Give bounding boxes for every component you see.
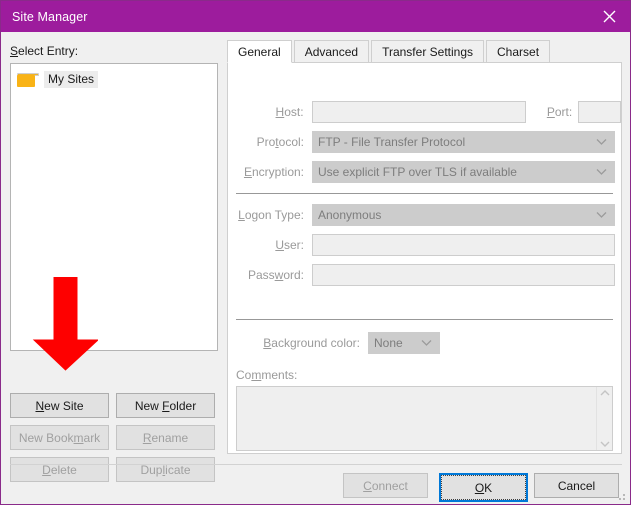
tabpanel-general: Host: Port: Protocol: FTP - File Transfe… [227, 62, 622, 454]
encryption-value: Use explicit FTP over TLS if available [318, 165, 517, 179]
password-input[interactable] [312, 264, 615, 286]
resize-grip[interactable] [616, 491, 626, 501]
rename-button[interactable]: Rename [116, 425, 215, 450]
divider-1 [236, 193, 613, 194]
tree-item-my-sites[interactable]: My Sites [17, 70, 99, 89]
background-color-row: Background color: None [228, 332, 621, 354]
tree-item-label: My Sites [44, 71, 99, 88]
user-label: User: [275, 238, 304, 252]
logon-type-value: Anonymous [318, 208, 382, 222]
close-icon [603, 10, 615, 23]
scroll-down-icon[interactable] [600, 441, 610, 447]
ok-button-focus-ring: OK [441, 475, 526, 500]
encryption-select[interactable]: Use explicit FTP over TLS if available [312, 161, 615, 183]
protocol-value: FTP - File Transfer Protocol [318, 135, 466, 149]
port-label: Port: [546, 105, 573, 119]
comments-label: Comments: [236, 368, 298, 382]
titlebar: Site Manager [1, 1, 630, 32]
logon-type-select[interactable]: Anonymous [312, 204, 615, 226]
user-input[interactable] [312, 234, 615, 256]
encryption-row: Encryption: Use explicit FTP over TLS if… [228, 161, 621, 183]
chevron-down-icon [596, 169, 607, 175]
logon-type-row: Logon Type: Anonymous [228, 204, 621, 226]
tab-general[interactable]: General [227, 40, 292, 63]
divider-2 [236, 319, 613, 320]
background-color-label: Background color: [263, 336, 360, 350]
ok-button[interactable]: OK [439, 473, 528, 502]
new-folder-button[interactable]: New Folder [116, 393, 215, 418]
new-site-button[interactable]: New Site [10, 393, 109, 418]
site-manager-dialog: Site Manager Select Entry: My Sites New … [0, 0, 631, 505]
cancel-button[interactable]: Cancel [534, 473, 619, 498]
tabstrip: General Advanced Transfer Settings Chars… [227, 40, 622, 63]
new-bookmark-button[interactable]: New Bookmark [10, 425, 109, 450]
logon-type-label: Logon Type: [238, 208, 304, 222]
tab-charset[interactable]: Charset [486, 40, 551, 63]
tab-advanced-label: Advanced [304, 44, 359, 59]
protocol-row: Protocol: FTP - File Transfer Protocol [228, 131, 621, 153]
cancel-button-label: Cancel [557, 478, 596, 493]
protocol-select[interactable]: FTP - File Transfer Protocol [312, 131, 615, 153]
dialog-client-area: Select Entry: My Sites New Site New Fold… [1, 32, 630, 504]
window-title: Site Manager [12, 9, 88, 24]
encryption-label: Encryption: [243, 165, 304, 179]
chevron-down-icon [596, 212, 607, 218]
delete-button[interactable]: Delete [10, 457, 109, 482]
password-label: Password: [247, 268, 304, 282]
tab-transfer-settings[interactable]: Transfer Settings [371, 40, 485, 63]
chevron-down-icon [596, 139, 607, 145]
user-row: User: [228, 234, 621, 256]
comments-scrollbar[interactable] [596, 387, 612, 450]
comments-text[interactable] [237, 387, 596, 450]
port-input[interactable] [578, 101, 621, 123]
connect-button[interactable]: Connect [343, 473, 428, 498]
background-color-select[interactable]: None [368, 332, 440, 354]
footer-divider [10, 464, 622, 465]
close-button[interactable] [586, 1, 630, 32]
host-row: Host: Port: [228, 101, 621, 123]
host-label: Host: [275, 105, 304, 119]
background-color-value: None [374, 336, 403, 350]
password-row: Password: [228, 264, 621, 286]
tab-charset-label: Charset [497, 44, 540, 59]
folder-icon [17, 72, 39, 87]
duplicate-button[interactable]: Duplicate [116, 457, 215, 482]
scroll-up-icon[interactable] [600, 390, 610, 396]
select-entry-label: Select Entry: [10, 44, 79, 58]
comments-textarea[interactable] [236, 386, 613, 451]
tab-general-label: General [238, 44, 281, 59]
protocol-label: Protocol: [256, 135, 304, 149]
site-tree[interactable]: My Sites [10, 63, 218, 351]
tab-advanced[interactable]: Advanced [293, 40, 370, 63]
host-input[interactable] [311, 101, 527, 123]
chevron-down-icon [421, 340, 432, 346]
tab-transfer-settings-label: Transfer Settings [382, 44, 474, 59]
